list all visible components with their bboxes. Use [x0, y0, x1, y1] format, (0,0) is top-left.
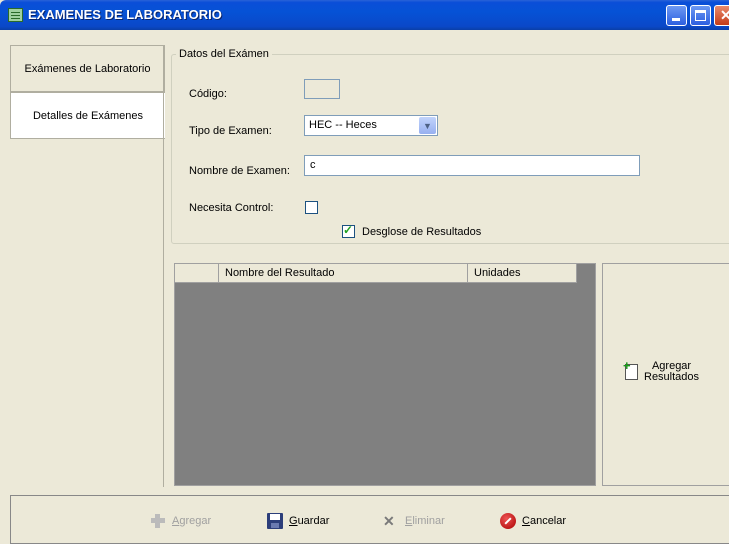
- add-results-panel: Agregar Resultados: [602, 263, 729, 486]
- save-icon: [267, 513, 283, 529]
- close-button[interactable]: ✕: [714, 5, 729, 26]
- window-title: EXAMENES DE LABORATORIO: [28, 7, 222, 22]
- table-icon: [8, 8, 23, 22]
- agregar-resultados-label: Agregar Resultados: [644, 361, 699, 383]
- cancelar-label: Cancelar: [522, 515, 567, 527]
- nombre-examen-field[interactable]: c: [304, 155, 640, 176]
- codigo-field[interactable]: [304, 79, 340, 99]
- nombre-examen-value: c: [310, 159, 316, 171]
- desglose-resultados-checkbox[interactable]: ✓: [342, 223, 355, 238]
- eliminar-button[interactable]: ✕ Eliminar: [383, 513, 445, 529]
- grid-header: Nombre del Resultado Unidades: [175, 264, 577, 283]
- desglose-resultados-label[interactable]: Desglose de Resultados: [362, 226, 481, 238]
- agregar-label: Agregar: [172, 515, 212, 527]
- eliminar-label: Eliminar: [405, 515, 445, 527]
- guardar-button[interactable]: Guardar: [267, 513, 329, 529]
- necesita-control-checkbox[interactable]: [305, 201, 318, 214]
- tab-examenes-laboratorio[interactable]: Exámenes de Laboratorio: [10, 45, 165, 92]
- tipo-examen-select[interactable]: HEC -- Heces ▼: [304, 115, 438, 136]
- datos-examen-group: Datos del Exámen: [171, 48, 729, 244]
- guardar-label: Guardar: [289, 515, 330, 527]
- tab-label: Detalles de Exámenes: [32, 109, 144, 122]
- column-header-nombre[interactable]: Nombre del Resultado: [219, 264, 468, 282]
- resultados-grid[interactable]: Nombre del Resultado Unidades: [174, 263, 596, 486]
- nombre-examen-label: Nombre de Examen:: [189, 165, 290, 177]
- agregar-resultados-button[interactable]: Agregar Resultados: [623, 358, 699, 383]
- add-document-icon: [623, 358, 638, 380]
- grid-header-selector: [175, 264, 219, 282]
- tipo-examen-value: HEC -- Heces: [309, 119, 377, 131]
- tipo-examen-label: Tipo de Examen:: [189, 125, 272, 137]
- cancel-icon: [500, 513, 516, 529]
- tab-strip: Exámenes de Laboratorio Detalles de Exám…: [10, 45, 165, 487]
- label-line: Resultados: [644, 371, 700, 383]
- delete-icon: ✕: [383, 513, 395, 529]
- tab-label: Exámenes de Laboratorio: [24, 62, 151, 75]
- bottom-toolbar: Agregar Guardar ✕ Eliminar Cancelar: [10, 495, 729, 544]
- close-icon: ✕: [720, 7, 729, 23]
- minimize-button[interactable]: [666, 5, 687, 26]
- agregar-button[interactable]: Agregar: [150, 513, 211, 529]
- tab-detalles-examenes[interactable]: Detalles de Exámenes: [10, 92, 165, 139]
- minimize-icon: [672, 18, 680, 21]
- tab-divider: [163, 45, 164, 487]
- group-title: Datos del Exámen: [179, 48, 269, 60]
- maximize-button[interactable]: [690, 5, 711, 26]
- check-icon: ✓: [343, 223, 354, 237]
- necesita-control-label: Necesita Control:: [189, 202, 274, 214]
- plus-icon: [150, 513, 166, 529]
- maximize-icon: [695, 10, 706, 21]
- codigo-label: Código:: [189, 88, 227, 100]
- chevron-down-icon[interactable]: ▼: [419, 117, 436, 134]
- tab-divider: [10, 138, 164, 139]
- column-header-unidades[interactable]: Unidades: [468, 264, 577, 282]
- cancelar-button[interactable]: Cancelar: [500, 513, 566, 529]
- title-bar: EXAMENES DE LABORATORIO ✕: [0, 0, 729, 30]
